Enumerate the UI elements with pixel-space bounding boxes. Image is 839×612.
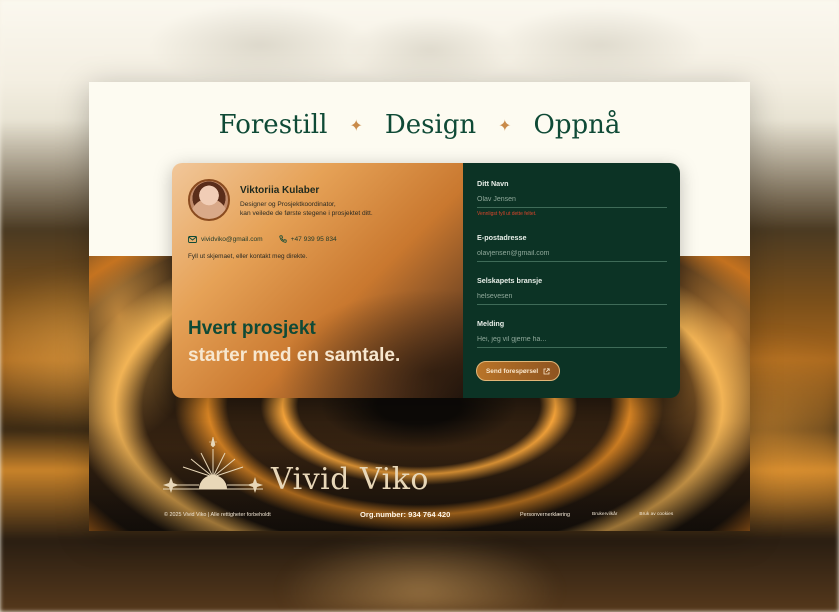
headline-line-1: Hvert prosjekt (188, 318, 316, 339)
name-input[interactable] (477, 196, 667, 208)
sparkle-icon: ✦ (349, 115, 363, 135)
phone-text: +47 939 95 834 (290, 235, 337, 243)
headline: Hvert prosjekt starter med en samtale. (188, 316, 400, 369)
footer: © 2025 Vivid Viko | Alle rettigheter for… (89, 509, 750, 523)
terms-link[interactable]: Brukervilkår (592, 512, 617, 518)
tagline-word-2: Design (384, 110, 477, 140)
tagline-word-1: Forestill (218, 110, 328, 140)
profile-name: Viktoriia Kulaber (240, 185, 320, 196)
contact-details: vividviko@gmail.com +47 939 95 834 (188, 235, 447, 243)
tagline-word-3: Oppnå (533, 110, 621, 140)
message-input[interactable] (477, 336, 667, 348)
contact-page: Forestill ✦ Design ✦ Oppnå Viktoriia Kul… (89, 82, 750, 531)
send-request-label: Send forespørsel (486, 367, 539, 375)
mail-icon (188, 235, 197, 243)
privacy-link[interactable]: Personvernerklæring (520, 512, 570, 518)
logo-text: Vivid Viko (271, 462, 429, 497)
email-field-group: E-postadresse (477, 233, 667, 262)
headline-line-2: starter med en samtale. (188, 344, 401, 366)
message-field-group: Melding (477, 319, 667, 348)
industry-input[interactable] (477, 293, 667, 305)
cookies-link[interactable]: Bruk av cookies (639, 512, 673, 518)
profile: Viktoriia Kulaber Designer og Prosjektko… (188, 179, 447, 221)
send-request-button[interactable]: Send forespørsel (476, 361, 561, 381)
phone-link[interactable]: +47 939 95 834 (279, 235, 337, 243)
tagline: Forestill ✦ Design ✦ Oppnå (89, 110, 750, 140)
contact-info-panel: Viktoriia Kulaber Designer og Prosjektko… (172, 163, 463, 398)
email-input[interactable] (477, 250, 667, 262)
profile-role: Designer og Prosjektkoordinator, kan vei… (240, 201, 373, 217)
sparkle-icon: ✦ (498, 115, 512, 135)
email-label: E-postadresse (477, 233, 527, 242)
org-number: Org.number: 934 764 420 (360, 510, 451, 519)
copyright: © 2025 Vivid Viko | Alle rettigheter for… (164, 512, 271, 518)
avatar (188, 179, 230, 221)
industry-field-group: Selskapets bransje (477, 276, 667, 305)
industry-label: Selskapets bransje (477, 276, 543, 285)
name-error: Vennligst fyll ut dette feltet. (477, 211, 537, 217)
brand-logo[interactable]: Vivid Viko (163, 437, 429, 499)
sunrise-logo-icon (163, 437, 263, 493)
contact-card: Viktoriia Kulaber Designer og Prosjektko… (172, 163, 680, 398)
email-text: vividviko@gmail.com (201, 235, 263, 243)
email-link[interactable]: vividviko@gmail.com (188, 236, 263, 243)
footer-links: Personvernerklæring Brukervilkår Bruk av… (520, 512, 673, 518)
contact-hint: Fyll ut skjemaet, eller kontakt meg dire… (188, 253, 308, 260)
external-link-icon (543, 367, 550, 374)
phone-icon (279, 235, 287, 243)
name-field-group: Ditt Navn Vennligst fyll ut dette feltet… (477, 179, 667, 217)
contact-form: Ditt Navn Vennligst fyll ut dette feltet… (463, 163, 680, 398)
name-label: Ditt Navn (477, 179, 509, 188)
message-label: Melding (477, 319, 505, 328)
